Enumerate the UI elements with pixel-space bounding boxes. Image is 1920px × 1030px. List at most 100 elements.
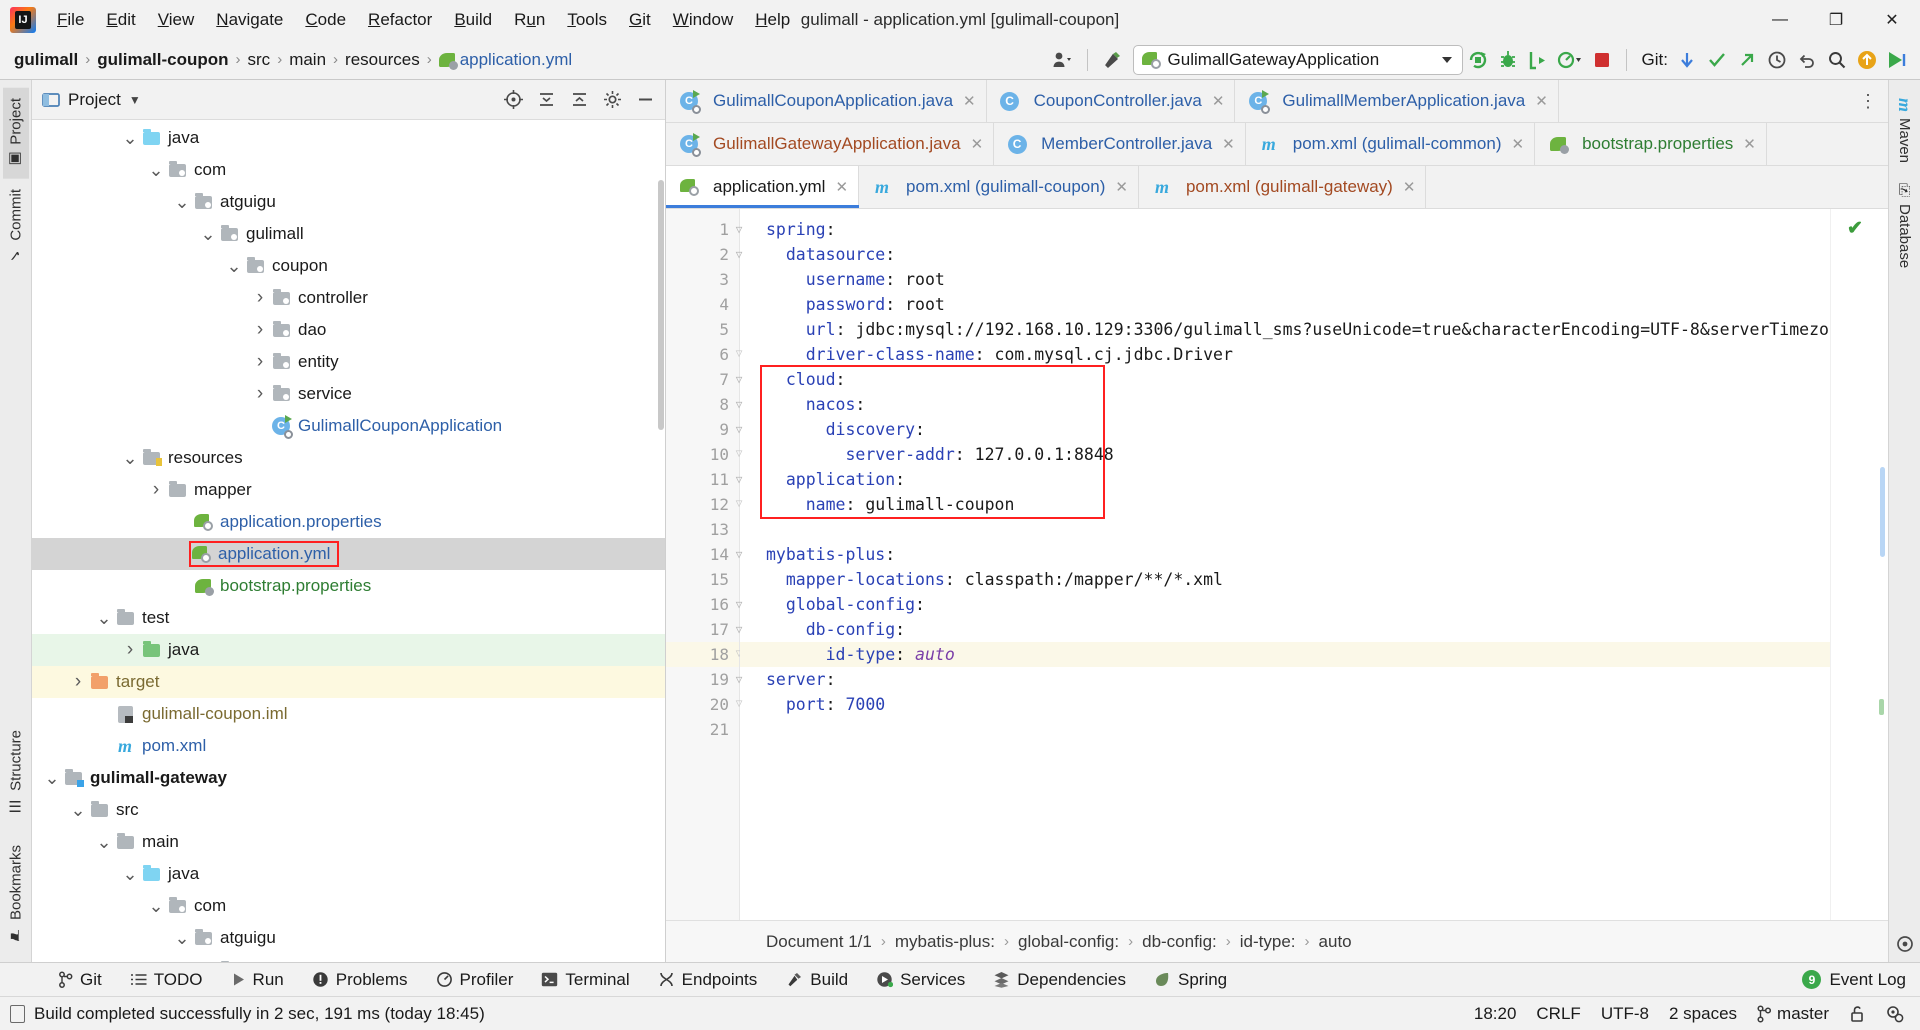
tree-node-application-properties[interactable]: application.properties (32, 506, 665, 538)
tool-window-services[interactable]: Services (862, 968, 979, 992)
chevron-down-icon[interactable]: ⌄ (198, 225, 218, 243)
git-commit-icon[interactable] (1702, 45, 1732, 75)
editor-tab-pom-xml-gulimall-coupon-[interactable]: m pom.xml (gulimall-coupon) ✕ (859, 166, 1139, 208)
project-tree[interactable]: ⌄ java ⌄ com ⌄ atguigu ⌄ gulimall ⌄ coupon › contro… (32, 120, 665, 962)
editor-tab-row-2[interactable]: C GulimallGatewayApplication.java ✕ C Member… (666, 123, 1888, 166)
chevron-down-icon[interactable]: ⌄ (120, 865, 140, 883)
menu-view[interactable]: View (147, 5, 206, 35)
chevron-down-icon[interactable]: ⌄ (94, 609, 114, 627)
tool-window-todo[interactable]: TODO (116, 968, 217, 992)
menu-code[interactable]: Code (294, 5, 357, 35)
tree-node-gulimall[interactable]: ⌄ gulimall (32, 218, 665, 250)
code-editor[interactable]: 1 2 3 4 5 6 7 8 9 10 11 12 13 14 15 16 17 18 19 20 21 ▽ ▽ △ ▽ ▽ ▽ △… (666, 209, 1888, 920)
tool-window-build[interactable]: Build (771, 968, 862, 992)
chevron-right-icon[interactable]: › (250, 383, 270, 405)
menu-refactor[interactable]: Refactor (357, 5, 443, 35)
tree-node-resources[interactable]: ⌄ resources (32, 442, 665, 474)
status-branch[interactable]: master (1777, 1004, 1829, 1024)
chevron-right-icon[interactable]: › (146, 479, 166, 501)
editor-tab-pom-xml-gulimall-common-[interactable]: m pom.xml (gulimall-common) ✕ (1245, 123, 1536, 165)
breadcrumb-item-main[interactable]: main (283, 48, 332, 72)
profiler-dropdown-icon[interactable] (1553, 45, 1587, 75)
search-icon[interactable] (1822, 45, 1852, 75)
sidebar-item-commit[interactable]: ✓ Commit (3, 179, 29, 275)
code-line[interactable]: db-config: (740, 617, 1830, 642)
status-indent[interactable]: 2 spaces (1669, 1004, 1737, 1024)
close-icon[interactable]: ✕ (1512, 135, 1525, 153)
code-line[interactable]: discovery: (740, 417, 1830, 442)
menu-window[interactable]: Window (662, 5, 744, 35)
editor-breadcrumb-item[interactable]: Document 1/1 (766, 932, 872, 952)
tree-node-java[interactable]: › java (32, 634, 665, 666)
chevron-down-icon[interactable]: ⌄ (172, 193, 192, 211)
menu-bar[interactable]: File Edit View Navigate Code Refactor Build Run… (46, 0, 801, 40)
code-line[interactable]: url: jdbc:mysql://192.168.10.129:3306/gu… (740, 317, 1830, 342)
chevron-down-icon[interactable]: ⌄ (224, 257, 244, 275)
close-button[interactable]: ✕ (1864, 0, 1920, 40)
tree-node-com[interactable]: ⌄ com (32, 890, 665, 922)
tree-node-bootstrap-properties[interactable]: bootstrap.properties (32, 570, 665, 602)
breadcrumb-item-resources[interactable]: resources (339, 48, 426, 72)
tree-node-dao[interactable]: › dao (32, 314, 665, 346)
tree-node-coupon[interactable]: ⌄ coupon (32, 250, 665, 282)
tree-node-entity[interactable]: › entity (32, 346, 665, 378)
tree-node-java[interactable]: ⌄ java (32, 122, 665, 154)
avatar-dropdown-icon[interactable] (1048, 45, 1078, 75)
close-icon[interactable]: ✕ (963, 92, 976, 110)
code-line[interactable]: username: root (740, 267, 1830, 292)
expand-all-icon[interactable] (570, 90, 589, 109)
breadcrumb-item-gulimall[interactable]: gulimall (8, 48, 84, 72)
code-line[interactable]: mapper-locations: classpath:/mapper/**/*… (740, 567, 1830, 592)
editor-tab-row-3[interactable]: application.yml ✕ m pom.xml (gulimall-coupo… (666, 166, 1888, 209)
editor-breadcrumb-item[interactable]: mybatis-plus: (895, 932, 995, 952)
code-line[interactable]: mybatis-plus: (740, 542, 1830, 567)
code-line[interactable]: driver-class-name: com.mysql.cj.jdbc.Dri… (740, 342, 1830, 367)
status-right-area[interactable]: 18:20 CRLF UTF-8 2 spaces master (1474, 1004, 1920, 1024)
run-with-coverage-button[interactable] (1523, 45, 1553, 75)
chevron-down-icon[interactable]: ⌄ (120, 449, 140, 467)
editor-tab-application-yml[interactable]: application.yml ✕ (666, 166, 860, 208)
tree-node-java[interactable]: ⌄ java (32, 858, 665, 890)
chevron-right-icon[interactable]: › (120, 639, 140, 661)
sidebar-item-maven[interactable]: m Maven (1890, 88, 1919, 173)
menu-run[interactable]: Run (503, 5, 556, 35)
close-icon[interactable]: ✕ (1743, 135, 1756, 153)
chevron-down-icon[interactable]: ⌄ (42, 769, 62, 787)
tree-node-main[interactable]: ⌄ main (32, 826, 665, 858)
inspection-ok-icon[interactable]: ✔ (1847, 217, 1863, 240)
close-icon[interactable]: ✕ (1403, 178, 1416, 196)
chevron-down-icon[interactable]: ⌄ (94, 833, 114, 851)
chevron-down-icon[interactable]: ⌄ (68, 801, 88, 819)
sidebar-item-bookmarks[interactable]: ⚑ Bookmarks (3, 835, 29, 954)
close-icon[interactable]: ✕ (835, 178, 848, 196)
stop-button[interactable] (1587, 45, 1617, 75)
minimize-button[interactable]: — (1752, 0, 1808, 40)
menu-edit[interactable]: Edit (95, 5, 146, 35)
history-icon[interactable] (1762, 45, 1792, 75)
menu-help[interactable]: Help (744, 5, 801, 35)
tree-node-com[interactable]: ⌄ com (32, 154, 665, 186)
hide-panel-icon[interactable] (636, 90, 655, 109)
chevron-right-icon[interactable]: › (250, 351, 270, 373)
collapse-all-icon[interactable] (537, 90, 556, 109)
code-line[interactable]: name: gulimall-coupon (740, 492, 1830, 517)
code-line[interactable]: server: (740, 667, 1830, 692)
run-button[interactable] (1463, 45, 1493, 75)
code-content[interactable]: spring: datasource: username: root passw… (740, 209, 1830, 920)
editor-tab-gulimallmemberapplication-java[interactable]: C GulimallMemberApplication.java ✕ (1235, 80, 1559, 122)
editor-scrollbar[interactable] (1880, 467, 1885, 557)
tree-node-application-yml[interactable]: application.yml (32, 538, 665, 570)
tool-window-git[interactable]: Git (44, 968, 116, 992)
close-icon[interactable]: ✕ (971, 135, 984, 153)
chevron-right-icon[interactable]: › (250, 319, 270, 341)
chevron-down-icon[interactable]: ⌄ (146, 897, 166, 915)
left-tool-strip[interactable]: ▣ Project ✓ Commit ☰ Structure ⚑ Bookmar… (0, 80, 32, 962)
menu-navigate[interactable]: Navigate (205, 5, 294, 35)
editor-breadcrumb[interactable]: Document 1/1 › mybatis-plus: › global-config… (666, 920, 1888, 962)
run-configuration-selector[interactable]: GulimallGatewayApplication (1132, 44, 1463, 75)
upload-icon[interactable] (1852, 45, 1882, 75)
status-encoding[interactable]: UTF-8 (1601, 1004, 1649, 1024)
editor-tab-gulimallcouponapplication-java[interactable]: C GulimallCouponApplication.java ✕ (666, 80, 987, 122)
tree-node-src[interactable]: ⌄ src (32, 794, 665, 826)
code-line[interactable]: server-addr: 127.0.0.1:8848 (740, 442, 1830, 467)
